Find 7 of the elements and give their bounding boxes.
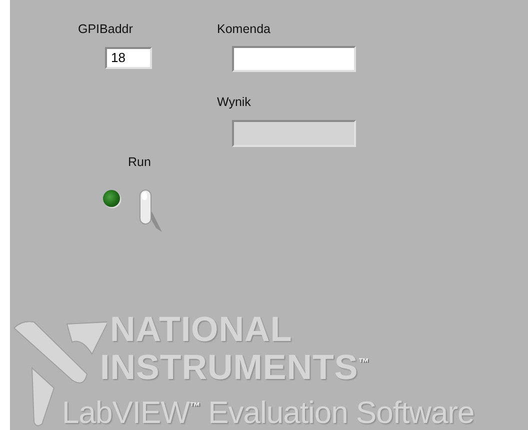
- control-label: Wynik: [217, 95, 251, 109]
- input-field[interactable]: [232, 46, 356, 72]
- toggle-switch[interactable]: [138, 188, 164, 234]
- control-label: Run: [128, 155, 151, 169]
- control-label: GPIBaddr: [78, 22, 133, 36]
- numeric-field[interactable]: 18: [105, 47, 152, 69]
- control-label: Komenda: [217, 22, 271, 36]
